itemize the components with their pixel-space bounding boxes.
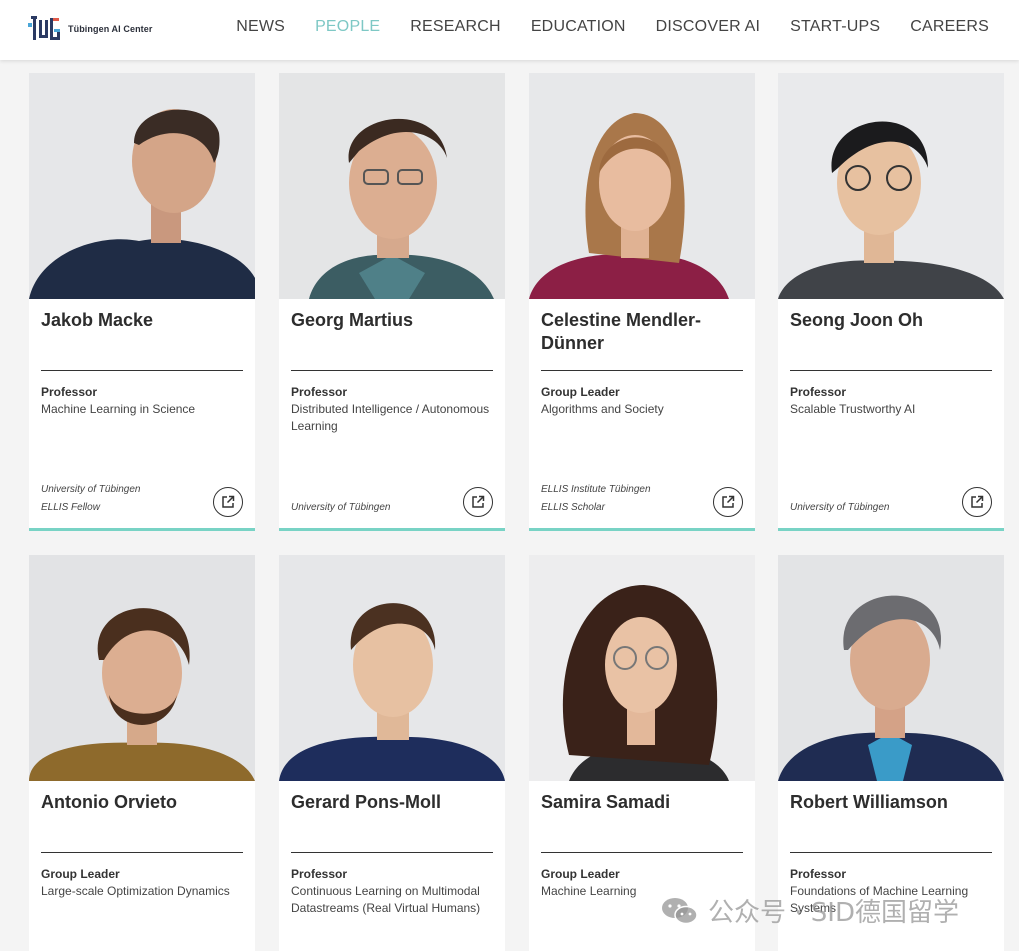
tuebingen-logo-icon xyxy=(28,16,60,40)
person-name: Antonio Orvieto xyxy=(41,792,177,812)
person-name: Jakob Macke xyxy=(41,310,154,330)
person-card[interactable]: Jakob Macke Professor Machine Learning i… xyxy=(29,73,255,531)
watermark-text: 公众号 · SID德国留学 xyxy=(708,898,959,928)
nav-discover-ai[interactable]: DISCOVER AI xyxy=(656,18,760,36)
person-role: Professor xyxy=(291,867,348,881)
main-nav: NEWS PEOPLE RESEARCH EDUCATION DISCOVER … xyxy=(206,18,989,36)
person-field: Machine Learning in Science xyxy=(41,402,196,416)
person-role: Professor xyxy=(790,867,847,881)
affiliation: ELLIS Fellow xyxy=(41,502,100,513)
person-role: Professor xyxy=(41,385,98,399)
divider xyxy=(291,370,493,371)
person-card[interactable]: Antonio Orvieto Group Leader Large-scale… xyxy=(29,555,255,951)
divider xyxy=(541,370,743,371)
divider xyxy=(790,852,992,853)
page: Tübingen AI Center NEWS PEOPLE RESEARCH … xyxy=(0,0,1019,951)
external-link-button[interactable] xyxy=(713,487,743,517)
person-role: Professor xyxy=(790,385,847,399)
divider xyxy=(41,370,243,371)
portrait-photo xyxy=(529,555,755,781)
wechat-icon xyxy=(662,897,698,924)
divider xyxy=(41,852,243,853)
portrait-photo xyxy=(29,555,255,781)
person-card[interactable]: Georg Martius Professor Distributed Inte… xyxy=(279,73,505,531)
nav-news[interactable]: NEWS xyxy=(236,18,285,36)
logo[interactable]: Tübingen AI Center xyxy=(28,11,152,47)
external-link-icon xyxy=(722,495,735,508)
person-field: Continuous Learning on Multimodal Datast… xyxy=(291,884,481,915)
affiliation: ELLIS Scholar xyxy=(541,502,605,513)
external-link-icon xyxy=(472,495,485,508)
logo-text: Tübingen AI Center xyxy=(68,24,153,34)
person-field: Distributed Intelligence / Autonomous Le… xyxy=(291,402,490,433)
person-role: Group Leader xyxy=(541,385,620,399)
nav-research[interactable]: RESEARCH xyxy=(410,18,501,36)
external-link-button[interactable] xyxy=(463,487,493,517)
divider xyxy=(541,852,743,853)
nav-start-ups[interactable]: START-UPS xyxy=(790,18,880,36)
nav-people[interactable]: PEOPLE xyxy=(315,18,380,36)
person-name: Georg Martius xyxy=(291,310,414,330)
person-name: Gerard Pons-Moll xyxy=(291,792,442,812)
person-role: Professor xyxy=(291,385,348,399)
person-role: Group Leader xyxy=(541,867,620,881)
portrait-photo xyxy=(29,73,255,299)
person-field: Large-scale Optimization Dynamics xyxy=(41,884,230,898)
portrait-photo xyxy=(778,555,1004,781)
person-field: Algorithms and Society xyxy=(541,402,664,416)
divider xyxy=(291,852,493,853)
person-name: Robert Williamson xyxy=(790,792,948,812)
person-field: Scalable Trustworthy AI xyxy=(790,402,916,416)
portrait-photo xyxy=(778,73,1004,299)
person-card[interactable]: Seong Joon Oh Professor Scalable Trustwo… xyxy=(778,73,1004,531)
divider xyxy=(790,370,992,371)
person-name: Seong Joon Oh xyxy=(790,310,923,330)
external-link-icon xyxy=(222,495,235,508)
portrait-photo xyxy=(279,555,505,781)
portrait-photo xyxy=(529,73,755,299)
affiliation: University of Tübingen xyxy=(41,484,141,495)
nav-education[interactable]: EDUCATION xyxy=(531,18,626,36)
affiliation: University of Tübingen xyxy=(291,502,391,513)
nav-careers[interactable]: CAREERS xyxy=(910,18,989,36)
person-role: Group Leader xyxy=(41,867,120,881)
external-link-button[interactable] xyxy=(962,487,992,517)
external-link-icon xyxy=(971,495,984,508)
portrait-photo xyxy=(279,73,505,299)
person-card[interactable]: Gerard Pons-Moll Professor Continuous Le… xyxy=(279,555,505,951)
person-name: Samira Samadi xyxy=(541,792,671,812)
external-link-button[interactable] xyxy=(213,487,243,517)
affiliation: University of Tübingen xyxy=(790,502,890,513)
watermark: 公众号 · SID德国留学 xyxy=(660,892,959,929)
affiliation: ELLIS Institute Tübingen xyxy=(541,484,651,495)
site-header: Tübingen AI Center NEWS PEOPLE RESEARCH … xyxy=(0,0,1019,60)
person-name: Celestine Mendler-Dünner xyxy=(541,310,702,353)
person-card[interactable]: Celestine Mendler-Dünner Group Leader Al… xyxy=(529,73,755,531)
